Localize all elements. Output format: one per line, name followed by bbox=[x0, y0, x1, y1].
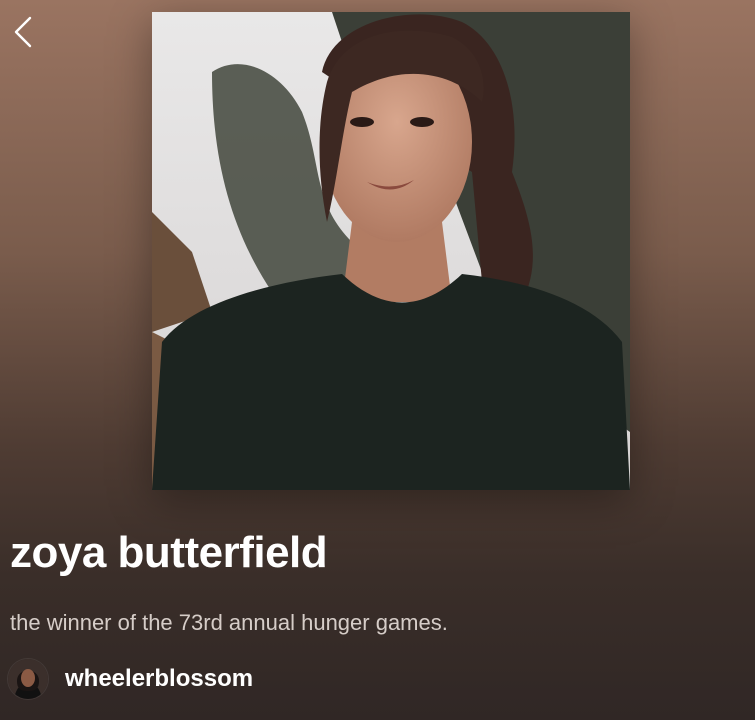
playlist-description: the winner of the 73rd annual hunger gam… bbox=[10, 610, 448, 635]
playlist-title: zoya butterfield bbox=[10, 528, 328, 577]
back-button[interactable] bbox=[8, 12, 40, 52]
playlist-owner[interactable]: wheelerblossom bbox=[8, 658, 253, 700]
playlist-cover-image bbox=[152, 12, 630, 490]
portrait-photo bbox=[152, 12, 630, 490]
avatar[interactable] bbox=[8, 659, 48, 699]
user-avatar-icon bbox=[8, 659, 48, 699]
chevron-left-icon bbox=[14, 16, 32, 48]
owner-name[interactable]: wheelerblossom bbox=[65, 665, 253, 693]
